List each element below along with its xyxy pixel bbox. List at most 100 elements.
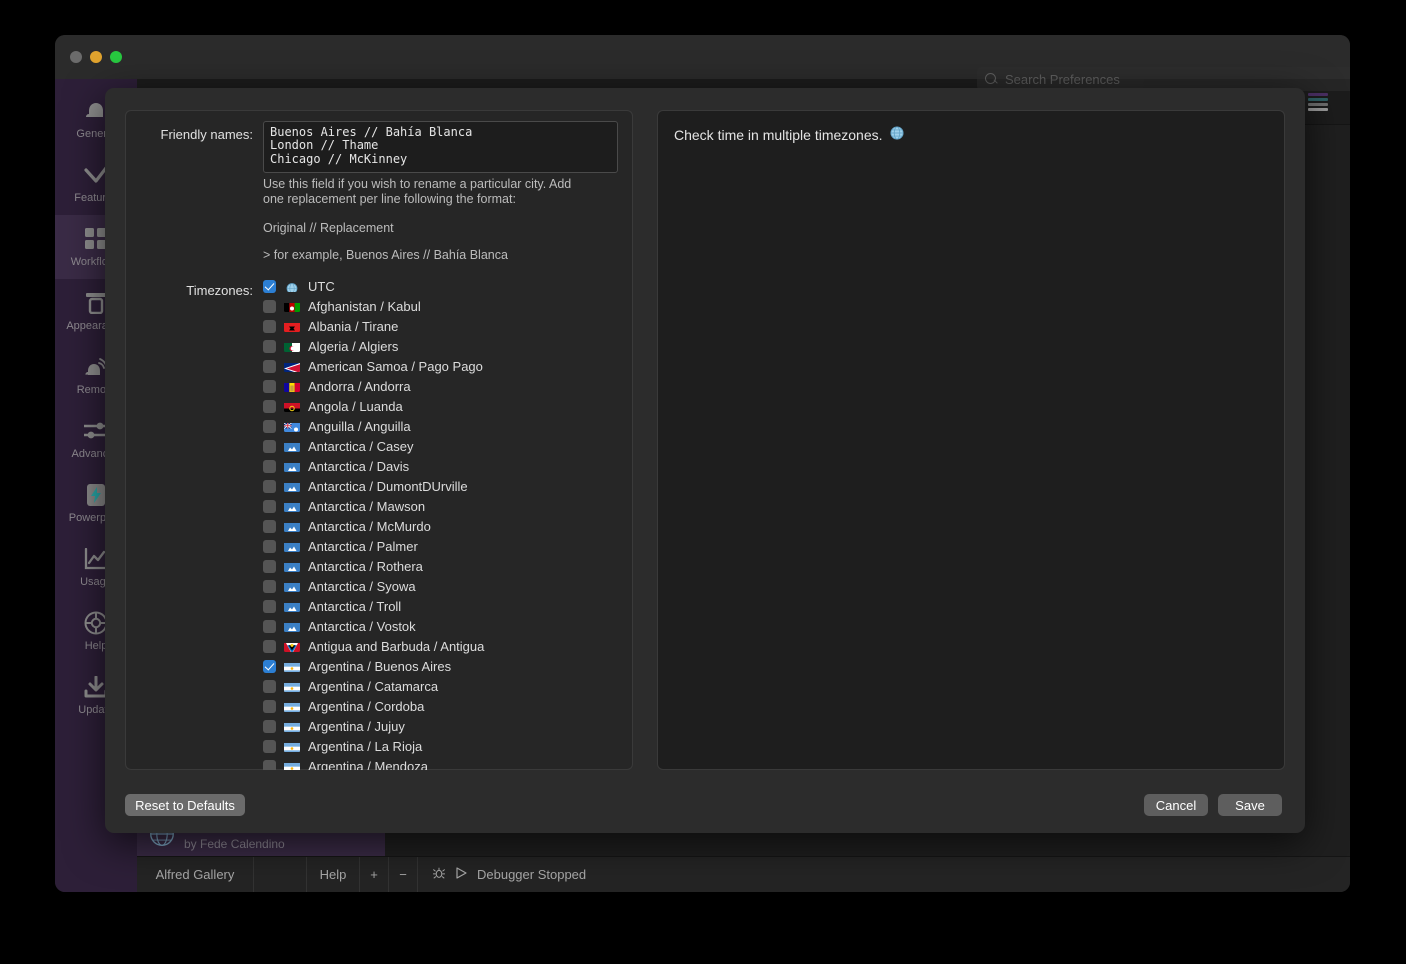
timezone-name: Antigua and Barbuda / Antigua	[308, 638, 485, 654]
settings-left-panel: Friendly names: Use this field if you wi…	[125, 110, 633, 770]
timezone-checkbox[interactable]	[263, 299, 276, 313]
timezone-name: Albania / Tirane	[308, 318, 399, 334]
timezone-checkbox[interactable]	[263, 339, 276, 353]
traffic-lights	[70, 51, 122, 63]
timezone-checkbox[interactable]	[263, 519, 276, 533]
timezone-checkbox[interactable]	[263, 379, 276, 393]
timezone-checkbox[interactable]	[263, 399, 276, 413]
timezone-row[interactable]: Argentina / Mendoza	[263, 756, 631, 770]
flag-icon	[284, 441, 300, 452]
timezone-checkbox[interactable]	[263, 559, 276, 573]
timezone-row[interactable]: Antarctica / Vostok	[263, 616, 631, 636]
timezone-row[interactable]: Antarctica / Casey	[263, 436, 631, 456]
timezone-name: Antarctica / Palmer	[308, 538, 418, 554]
timezone-checkbox[interactable]	[263, 659, 276, 673]
timezone-checkbox[interactable]	[263, 459, 276, 473]
timezone-row[interactable]: Angola / Luanda	[263, 396, 631, 416]
timezone-checkbox[interactable]	[263, 599, 276, 613]
play-icon[interactable]	[456, 867, 467, 882]
flag-icon	[284, 621, 300, 632]
flag-icon	[284, 761, 300, 770]
reset-to-defaults-button[interactable]: Reset to Defaults	[125, 794, 245, 816]
bug-icon[interactable]	[432, 866, 446, 883]
hamburger-stripe	[1308, 98, 1328, 101]
timezone-row[interactable]: Argentina / Cordoba	[263, 696, 631, 716]
hamburger-stripe	[1308, 108, 1328, 111]
timezones-label: Timezones:	[186, 283, 253, 298]
timezone-checkbox[interactable]	[263, 759, 276, 770]
flag-icon	[284, 601, 300, 612]
timezone-checkbox[interactable]	[263, 479, 276, 493]
timezone-name: Antarctica / Mawson	[308, 498, 426, 514]
alfred-gallery-button[interactable]: Alfred Gallery	[137, 857, 254, 892]
flag-icon	[284, 581, 300, 592]
friendly-names-help-line3: > for example, Buenos Aires // Bahía Bla…	[263, 248, 508, 262]
timezone-row[interactable]: Argentina / Catamarca	[263, 676, 631, 696]
flag-icon	[284, 701, 300, 712]
remove-button[interactable]: −	[389, 857, 418, 892]
timezone-checkbox[interactable]	[263, 679, 276, 693]
timezone-row[interactable]: Albania / Tirane	[263, 316, 631, 336]
timezone-row[interactable]: Antarctica / Palmer	[263, 536, 631, 556]
timezone-row[interactable]: Antarctica / McMurdo	[263, 516, 631, 536]
timezone-name: Argentina / La Rioja	[308, 738, 423, 754]
search-icon	[985, 72, 998, 86]
timezone-row[interactable]: Andorra / Andorra	[263, 376, 631, 396]
globe-icon	[889, 126, 904, 143]
flag-icon	[284, 661, 300, 672]
timezone-name: Argentina / Catamarca	[308, 678, 439, 694]
timezone-row[interactable]: Antarctica / DumontDUrville	[263, 476, 631, 496]
close-button[interactable]	[70, 51, 82, 63]
add-button[interactable]: +	[360, 857, 389, 892]
flag-icon	[284, 301, 300, 312]
timezone-row[interactable]: Algeria / Algiers	[263, 336, 631, 356]
timezone-name: Angola / Luanda	[308, 398, 403, 414]
timezone-row[interactable]: UTC	[263, 276, 631, 296]
timezone-checkbox[interactable]	[263, 279, 276, 293]
timezone-row[interactable]: Argentina / La Rioja	[263, 736, 631, 756]
cancel-button[interactable]: Cancel	[1144, 794, 1208, 816]
flag-icon	[284, 641, 300, 652]
timezone-checkbox[interactable]	[263, 439, 276, 453]
flag-icon	[284, 501, 300, 512]
timezone-checkbox[interactable]	[263, 739, 276, 753]
timezone-checkbox[interactable]	[263, 719, 276, 733]
timezone-row[interactable]: Antarctica / Davis	[263, 456, 631, 476]
timezone-name: Antarctica / DumontDUrville	[308, 478, 468, 494]
minimize-button[interactable]	[90, 51, 102, 63]
timezone-checkbox[interactable]	[263, 639, 276, 653]
flag-icon	[284, 321, 300, 332]
timezone-row[interactable]: Antarctica / Troll	[263, 596, 631, 616]
timezone-checkbox[interactable]	[263, 319, 276, 333]
timezone-row[interactable]: Argentina / Buenos Aires	[263, 656, 631, 676]
help-button[interactable]: Help	[307, 857, 360, 892]
timezone-checkbox[interactable]	[263, 579, 276, 593]
friendly-names-input[interactable]	[263, 121, 618, 173]
hamburger-icon[interactable]	[1308, 93, 1328, 111]
zoom-button[interactable]	[110, 51, 122, 63]
flag-icon	[284, 521, 300, 532]
timezone-row[interactable]: Antarctica / Syowa	[263, 576, 631, 596]
timezone-checkbox[interactable]	[263, 419, 276, 433]
timezone-row[interactable]: American Samoa / Pago Pago	[263, 356, 631, 376]
flag-icon	[284, 281, 300, 292]
timezone-checkbox[interactable]	[263, 539, 276, 553]
timezone-row[interactable]: Antarctica / Rothera	[263, 556, 631, 576]
timezone-name: Argentina / Cordoba	[308, 698, 425, 714]
timezone-row[interactable]: Anguilla / Anguilla	[263, 416, 631, 436]
timezone-row[interactable]: Afghanistan / Kabul	[263, 296, 631, 316]
timezone-checkbox[interactable]	[263, 359, 276, 373]
timezone-checkbox[interactable]	[263, 699, 276, 713]
timezone-row[interactable]: Argentina / Jujuy	[263, 716, 631, 736]
sidebar-item-label: Help	[84, 640, 108, 652]
timezone-checkbox[interactable]	[263, 499, 276, 513]
timezone-checkbox[interactable]	[263, 619, 276, 633]
timezone-name: Antarctica / Davis	[308, 458, 410, 474]
flag-icon	[284, 481, 300, 492]
timezone-row[interactable]: Antarctica / Mawson	[263, 496, 631, 516]
timezone-row[interactable]: Antigua and Barbuda / Antigua	[263, 636, 631, 656]
hamburger-stripe	[1308, 103, 1328, 106]
timezone-list[interactable]: UTC Afghanistan / Kabul Albania / Tirane Al…	[263, 276, 631, 770]
timezone-name: Algeria / Algiers	[308, 338, 399, 354]
save-button[interactable]: Save	[1218, 794, 1282, 816]
